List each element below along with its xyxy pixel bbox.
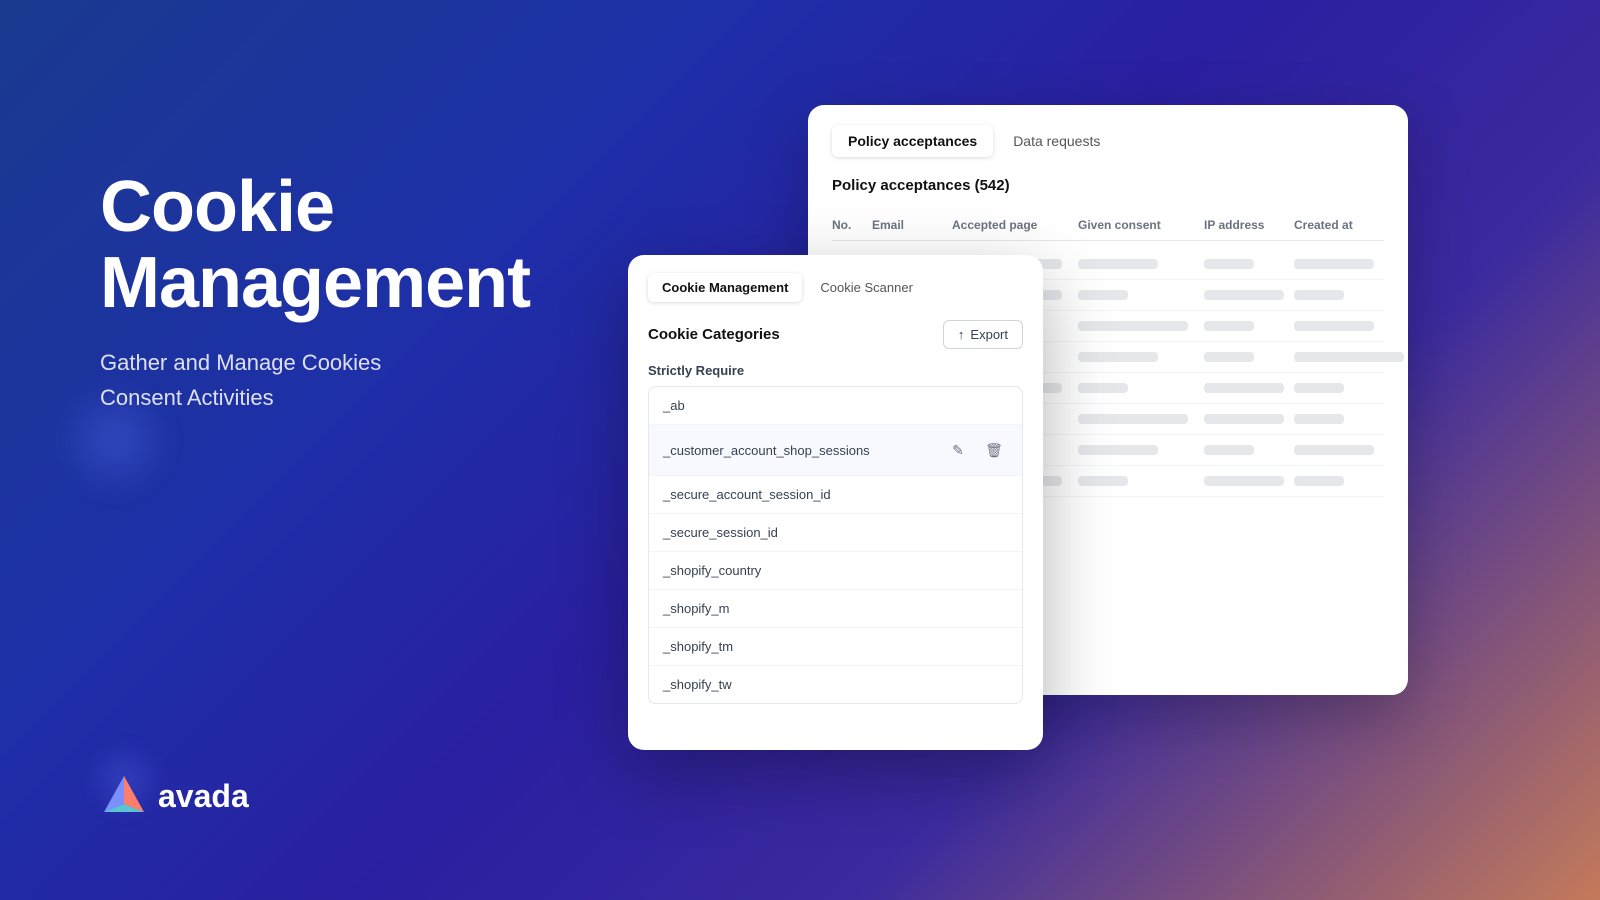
cookie-name: _secure_account_session_id <box>663 487 831 502</box>
cookie-actions: ✎ 🗑 <box>944 436 1008 464</box>
subtitle: Gather and Manage Cookies Consent Activi… <box>100 345 530 415</box>
back-panel-tabs: Policy acceptances Data requests <box>832 125 1384 157</box>
cookie-name: _ab <box>663 398 685 413</box>
main-title: Cookie Management <box>100 170 530 321</box>
tab-data-requests[interactable]: Data requests <box>997 125 1116 157</box>
strictly-require-label: Strictly Require <box>648 363 1023 378</box>
export-label: Export <box>970 327 1008 342</box>
tab-cookie-scanner[interactable]: Cookie Scanner <box>806 273 927 302</box>
col-ip-address: IP address <box>1204 218 1294 232</box>
list-item: _secure_account_session_id <box>649 476 1022 514</box>
cookie-name: _secure_session_id <box>663 525 778 540</box>
cookie-list: _ab _customer_account_shop_sessions ✎ 🗑 … <box>648 386 1023 704</box>
col-no: No. <box>832 218 872 232</box>
col-email: Email <box>872 218 952 232</box>
cookie-name: _customer_account_shop_sessions <box>663 443 870 458</box>
delete-icon[interactable]: 🗑 <box>980 436 1008 464</box>
tab-cookie-management[interactable]: Cookie Management <box>648 273 802 302</box>
title-line2: Management <box>100 243 530 323</box>
col-given-consent: Given consent <box>1078 218 1204 232</box>
front-panel-tabs: Cookie Management Cookie Scanner <box>648 273 1023 302</box>
col-created-at: Created at <box>1294 218 1384 232</box>
list-item: _ab <box>649 387 1022 425</box>
export-icon: ↑ <box>958 327 965 342</box>
list-item: _shopify_m <box>649 590 1022 628</box>
cookie-name: _shopify_m <box>663 601 729 616</box>
export-button[interactable]: ↑ Export <box>943 320 1023 349</box>
logo-text: avada <box>158 778 249 815</box>
logo: avada <box>100 772 249 820</box>
edit-icon[interactable]: ✎ <box>944 436 972 464</box>
col-accepted-page: Accepted page <box>952 218 1078 232</box>
left-panel: Cookie Management Gather and Manage Cook… <box>100 170 530 416</box>
list-item: _shopify_tw <box>649 666 1022 703</box>
cookie-name: _shopify_country <box>663 563 761 578</box>
table-header: No. Email Accepted page Given consent IP… <box>832 210 1384 241</box>
cookie-management-panel: Cookie Management Cookie Scanner Cookie … <box>628 255 1043 750</box>
cookie-name: _shopify_tm <box>663 639 733 654</box>
cookie-name: _shopify_tw <box>663 677 732 692</box>
tab-policy-acceptances[interactable]: Policy acceptances <box>832 125 993 157</box>
list-item[interactable]: _customer_account_shop_sessions ✎ 🗑 <box>649 425 1022 476</box>
subtitle-line1: Gather and Manage Cookies <box>100 350 381 375</box>
list-item: _secure_session_id <box>649 514 1022 552</box>
subtitle-line2: Consent Activities <box>100 385 274 410</box>
list-item: _shopify_tm <box>649 628 1022 666</box>
title-line1: Cookie <box>100 167 334 247</box>
list-item: _shopify_country <box>649 552 1022 590</box>
cookie-categories-title: Cookie Categories <box>648 326 780 343</box>
logo-icon <box>100 772 148 820</box>
cookie-header: Cookie Categories ↑ Export <box>648 320 1023 349</box>
policy-heading: Policy acceptances (542) <box>832 177 1384 194</box>
